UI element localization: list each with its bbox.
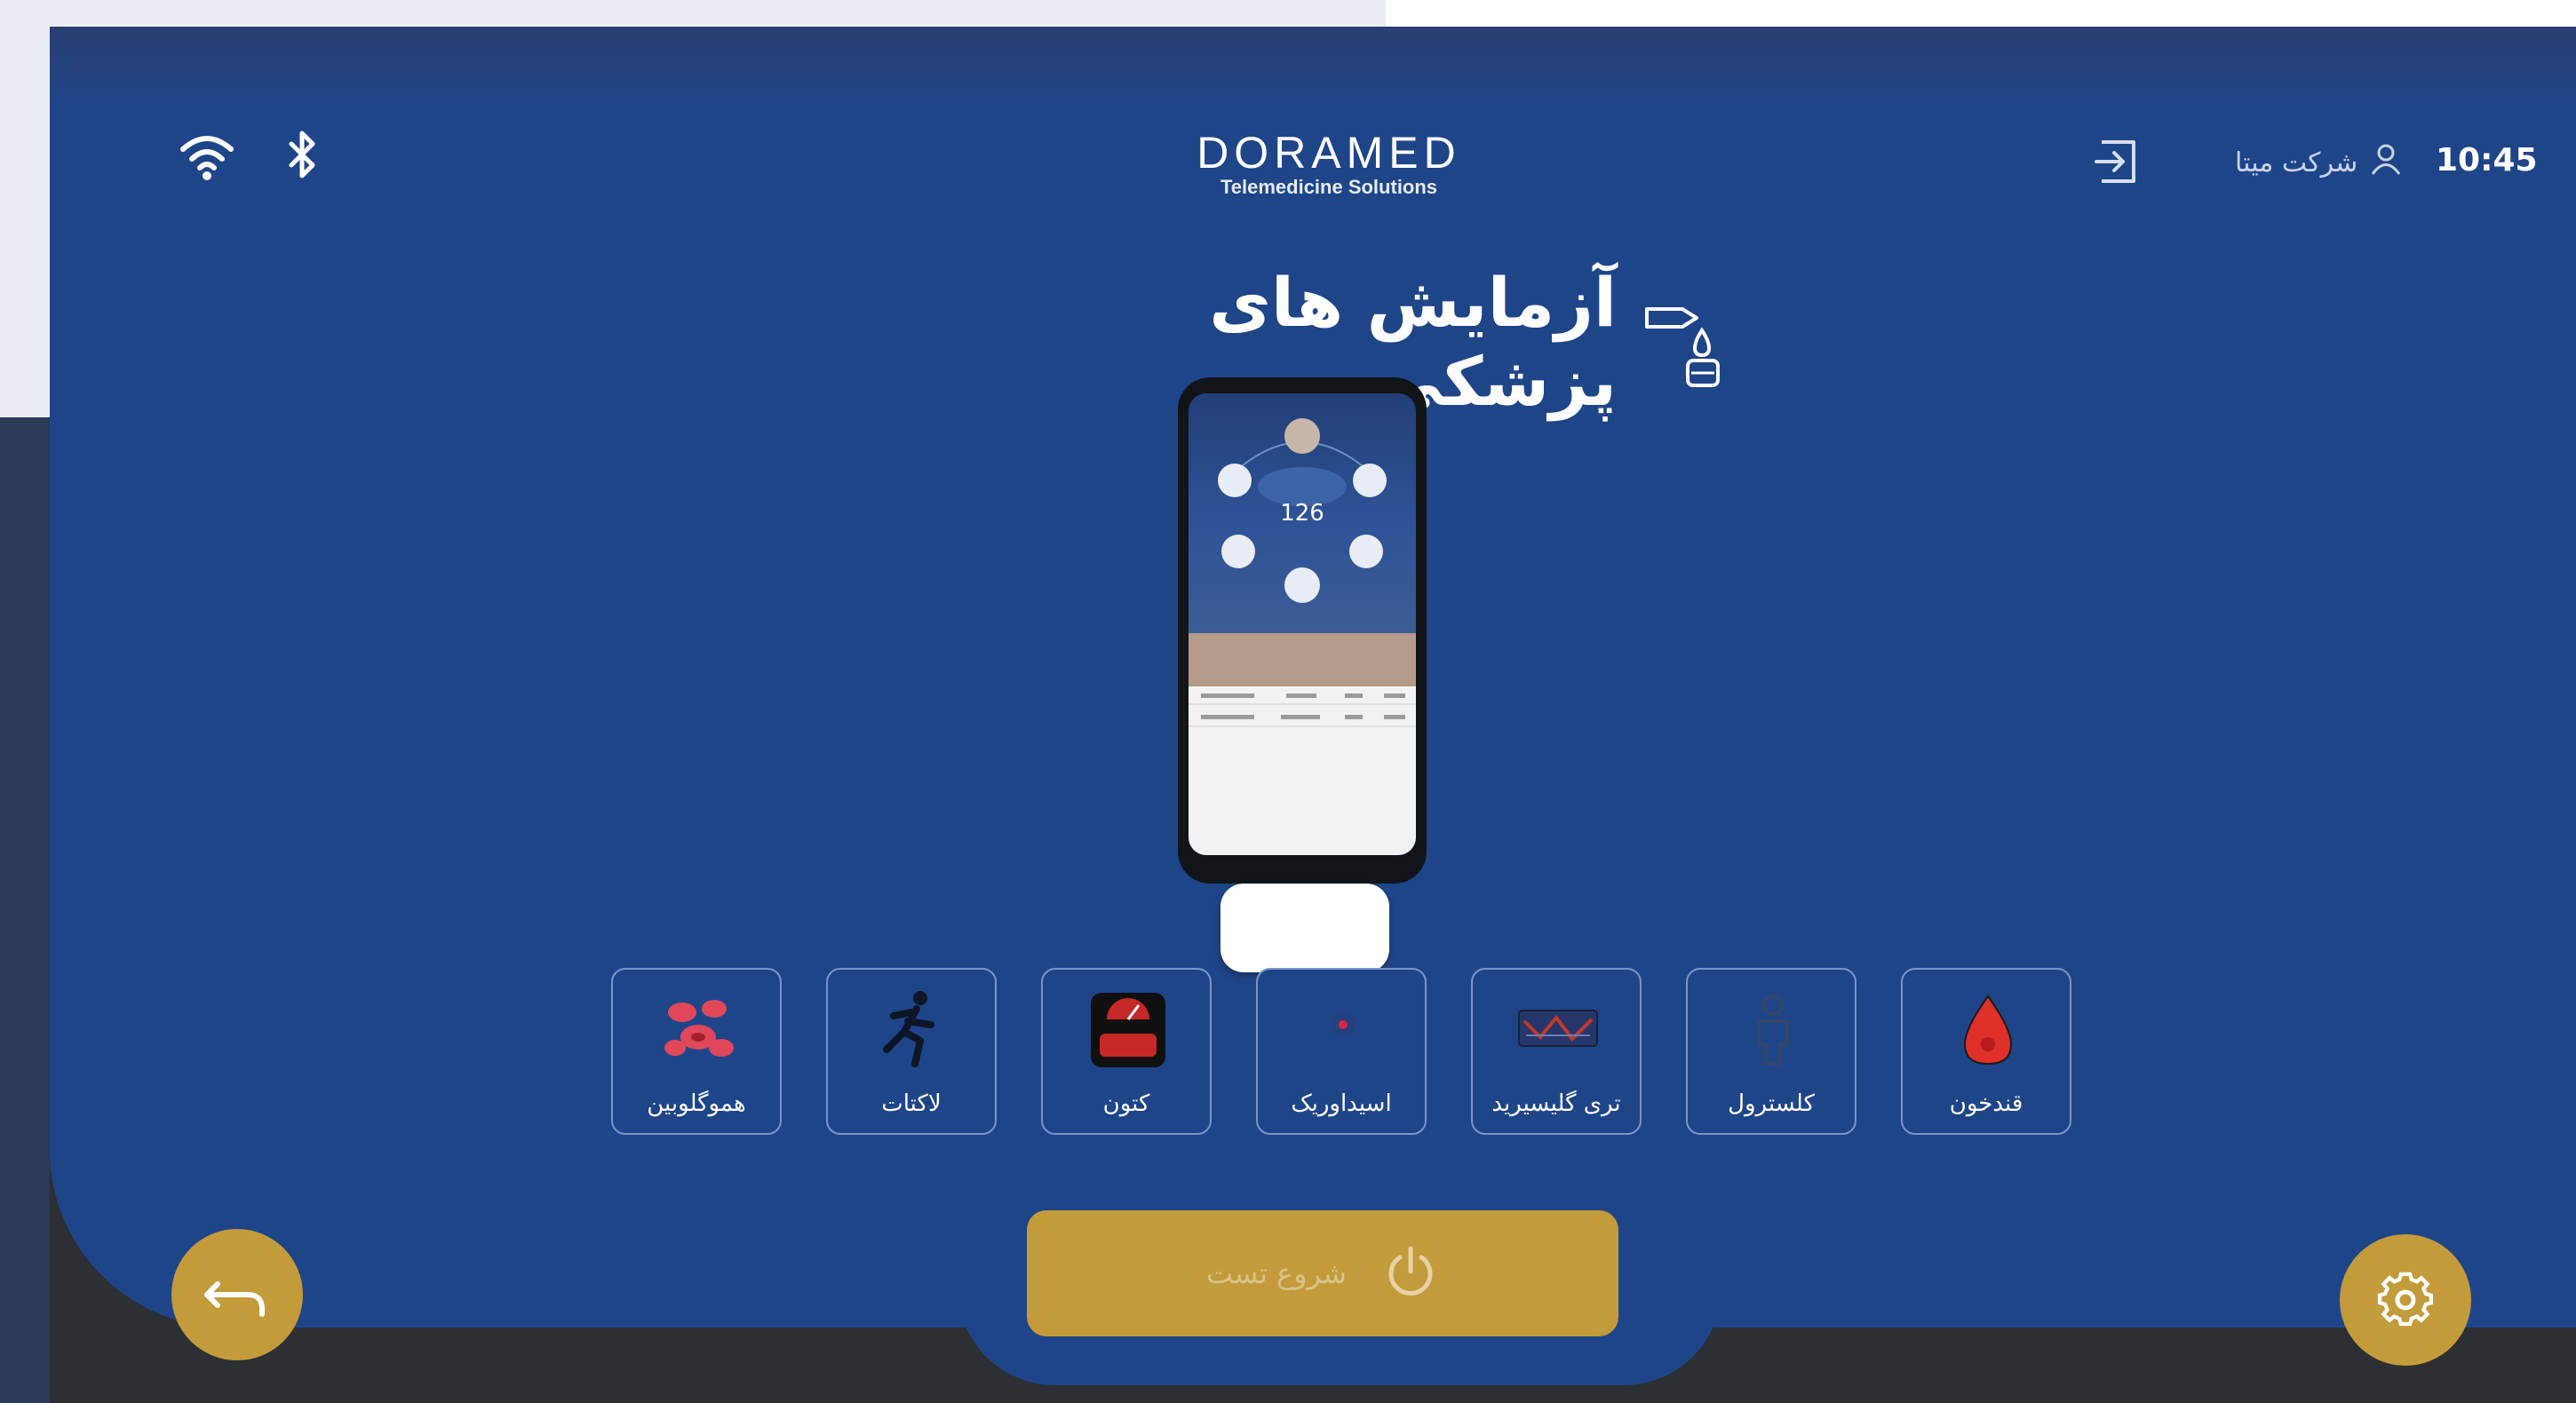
test-options: قندخون کلسترول تری گلیسیرید اسیداوریک کت…: [579, 968, 2071, 1140]
back-arrow-icon: [204, 1281, 265, 1317]
blood-drop-icon: [1944, 986, 2032, 1074]
test-device-icon: [1640, 291, 1737, 392]
glucometer-dongle: [1220, 884, 1389, 972]
phone-illustration: 126: [1178, 377, 1427, 884]
settings-button[interactable]: [2340, 1234, 2471, 1366]
phone-results-table: [1189, 633, 1416, 855]
test-card-uric-acid[interactable]: اسیداوریک: [1256, 968, 1427, 1135]
test-label: اسیداوریک: [1291, 1090, 1392, 1117]
side-band: [0, 417, 50, 1403]
phone-reading: 126: [1280, 500, 1324, 527]
test-card-cholesterol[interactable]: کلسترول: [1686, 968, 1856, 1135]
company-info[interactable]: شرکت میتا: [2235, 140, 2404, 185]
test-label: تری گلیسیرید: [1491, 1090, 1621, 1117]
phone-screen: 126: [1189, 393, 1416, 855]
company-name: شرکت میتا: [2235, 147, 2358, 178]
test-label: هموگلوبین: [647, 1090, 746, 1117]
runner-icon: [869, 986, 958, 1074]
test-label: کلسترول: [1728, 1090, 1815, 1117]
start-test-label: شروع تست: [1205, 1256, 1348, 1290]
test-card-ketone[interactable]: کتون: [1041, 968, 1212, 1135]
brand-name: DORAMED: [1197, 128, 1461, 178]
wifi-icon[interactable]: [176, 124, 238, 186]
brand-tagline: Telemedicine Solutions: [1220, 176, 1438, 198]
device-screen: DORAMED Telemedicine Solutions شرکت میتا…: [50, 27, 2576, 1403]
back-button[interactable]: [171, 1229, 303, 1360]
exit-icon[interactable]: [2093, 137, 2143, 186]
uric-acid-icon: [1299, 986, 1387, 1074]
start-test-button[interactable]: شروع تست: [1027, 1210, 1618, 1336]
blood-cells-icon: [654, 986, 743, 1074]
test-card-triglyceride[interactable]: تری گلیسیرید: [1471, 968, 1642, 1135]
gear-icon: [2377, 1272, 2434, 1327]
body-icon: [1729, 986, 1817, 1074]
top-bar: DORAMED Telemedicine Solutions شرکت میتا…: [50, 98, 2576, 198]
brand-logo: DORAMED Telemedicine Solutions: [1196, 130, 1462, 210]
user-icon: [2368, 141, 2404, 184]
test-card-lactate[interactable]: لاکتات: [826, 968, 997, 1135]
power-icon: [1382, 1243, 1439, 1304]
test-label: قندخون: [1949, 1090, 2023, 1117]
test-label: لاکتات: [881, 1090, 942, 1117]
phone-table-header: [1189, 633, 1416, 686]
test-card-blood-sugar[interactable]: قندخون: [1901, 968, 2071, 1135]
page-background-top: [1386, 0, 2576, 27]
triglyceride-icon: [1514, 986, 1602, 1074]
bluetooth-icon[interactable]: [272, 124, 334, 186]
test-card-hemoglobin[interactable]: هموگلوبین: [611, 968, 782, 1135]
clock: 10:45: [2436, 142, 2538, 178]
ketone-scale-icon: [1084, 986, 1173, 1074]
test-label: کتون: [1102, 1090, 1150, 1117]
